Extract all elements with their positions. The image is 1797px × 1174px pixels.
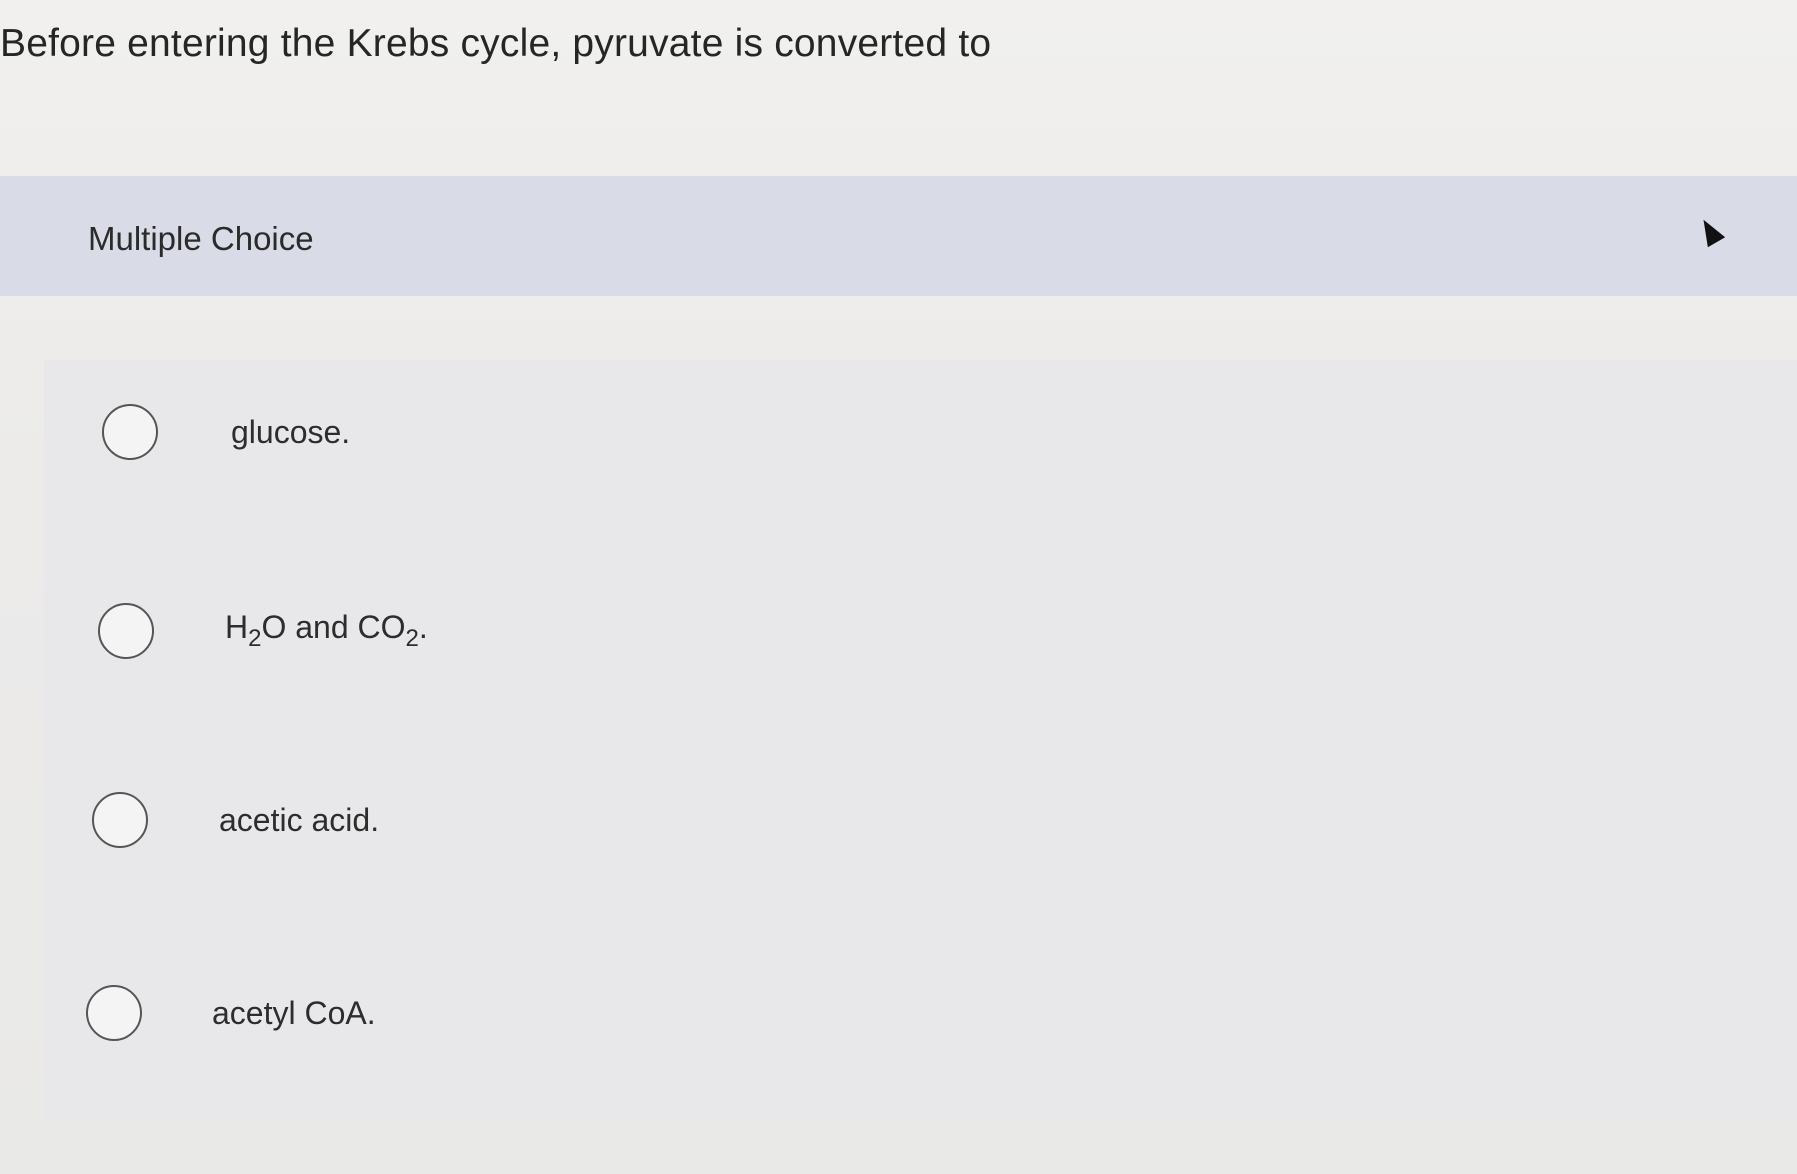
radio-circle-icon[interactable] [98, 603, 154, 659]
option-text-part: H [225, 609, 249, 645]
option-text-part: . [418, 609, 428, 645]
options-panel: glucose. H2O and CO2. acetic acid. acety… [44, 360, 1797, 1120]
radio-circle-icon[interactable] [86, 985, 142, 1041]
multiple-choice-label: Multiple Choice [88, 220, 314, 257]
option-glucose[interactable]: glucose. [44, 360, 1797, 510]
option-h2o-co2[interactable]: H2O and CO2. [44, 555, 1797, 705]
radio-circle-icon[interactable] [102, 404, 158, 460]
option-acetyl-coa[interactable]: acetyl CoA. [44, 945, 1797, 1095]
radio-circle-icon[interactable] [92, 792, 148, 848]
option-label: acetic acid. [219, 802, 380, 838]
question-text: Before entering the Krebs cycle, pyruvat… [0, 22, 992, 65]
option-text-part: O and CO [261, 609, 406, 645]
option-label: glucose. [231, 414, 351, 450]
subscript: 2 [248, 625, 262, 652]
option-label: H2O and CO2. [225, 609, 428, 653]
multiple-choice-header: Multiple Choice [0, 176, 1797, 296]
option-label: acetyl CoA. [212, 995, 376, 1031]
option-acetic-acid[interactable]: acetic acid. [44, 750, 1797, 900]
subscript: 2 [405, 625, 419, 652]
page: Before entering the Krebs cycle, pyruvat… [0, 0, 1797, 1174]
